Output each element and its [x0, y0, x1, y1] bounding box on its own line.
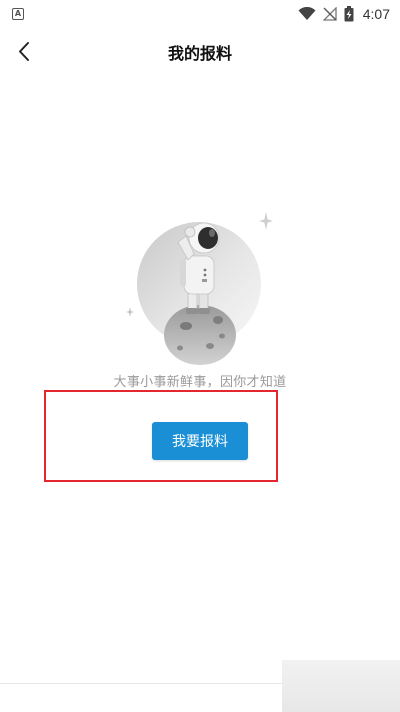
bottom-divider [0, 683, 282, 684]
page-title: 我的报料 [167, 44, 232, 63]
wifi-icon [298, 7, 316, 20]
status-bar: A 4:07 [0, 0, 400, 28]
astronaut-illustration [137, 222, 261, 365]
app-header: 我的报料 [0, 30, 400, 74]
watermark-overlay [282, 660, 400, 712]
no-signal-icon [322, 7, 337, 21]
status-bar-right: 4:07 [298, 5, 390, 23]
clock-time: 4:07 [362, 6, 390, 22]
submit-report-button[interactable]: 我要报料 [152, 422, 248, 460]
battery-charging-icon [344, 6, 354, 22]
empty-state-message: 大事小事新鲜事，因你才知道 [113, 375, 287, 390]
app-notification-icon: A [12, 8, 24, 20]
